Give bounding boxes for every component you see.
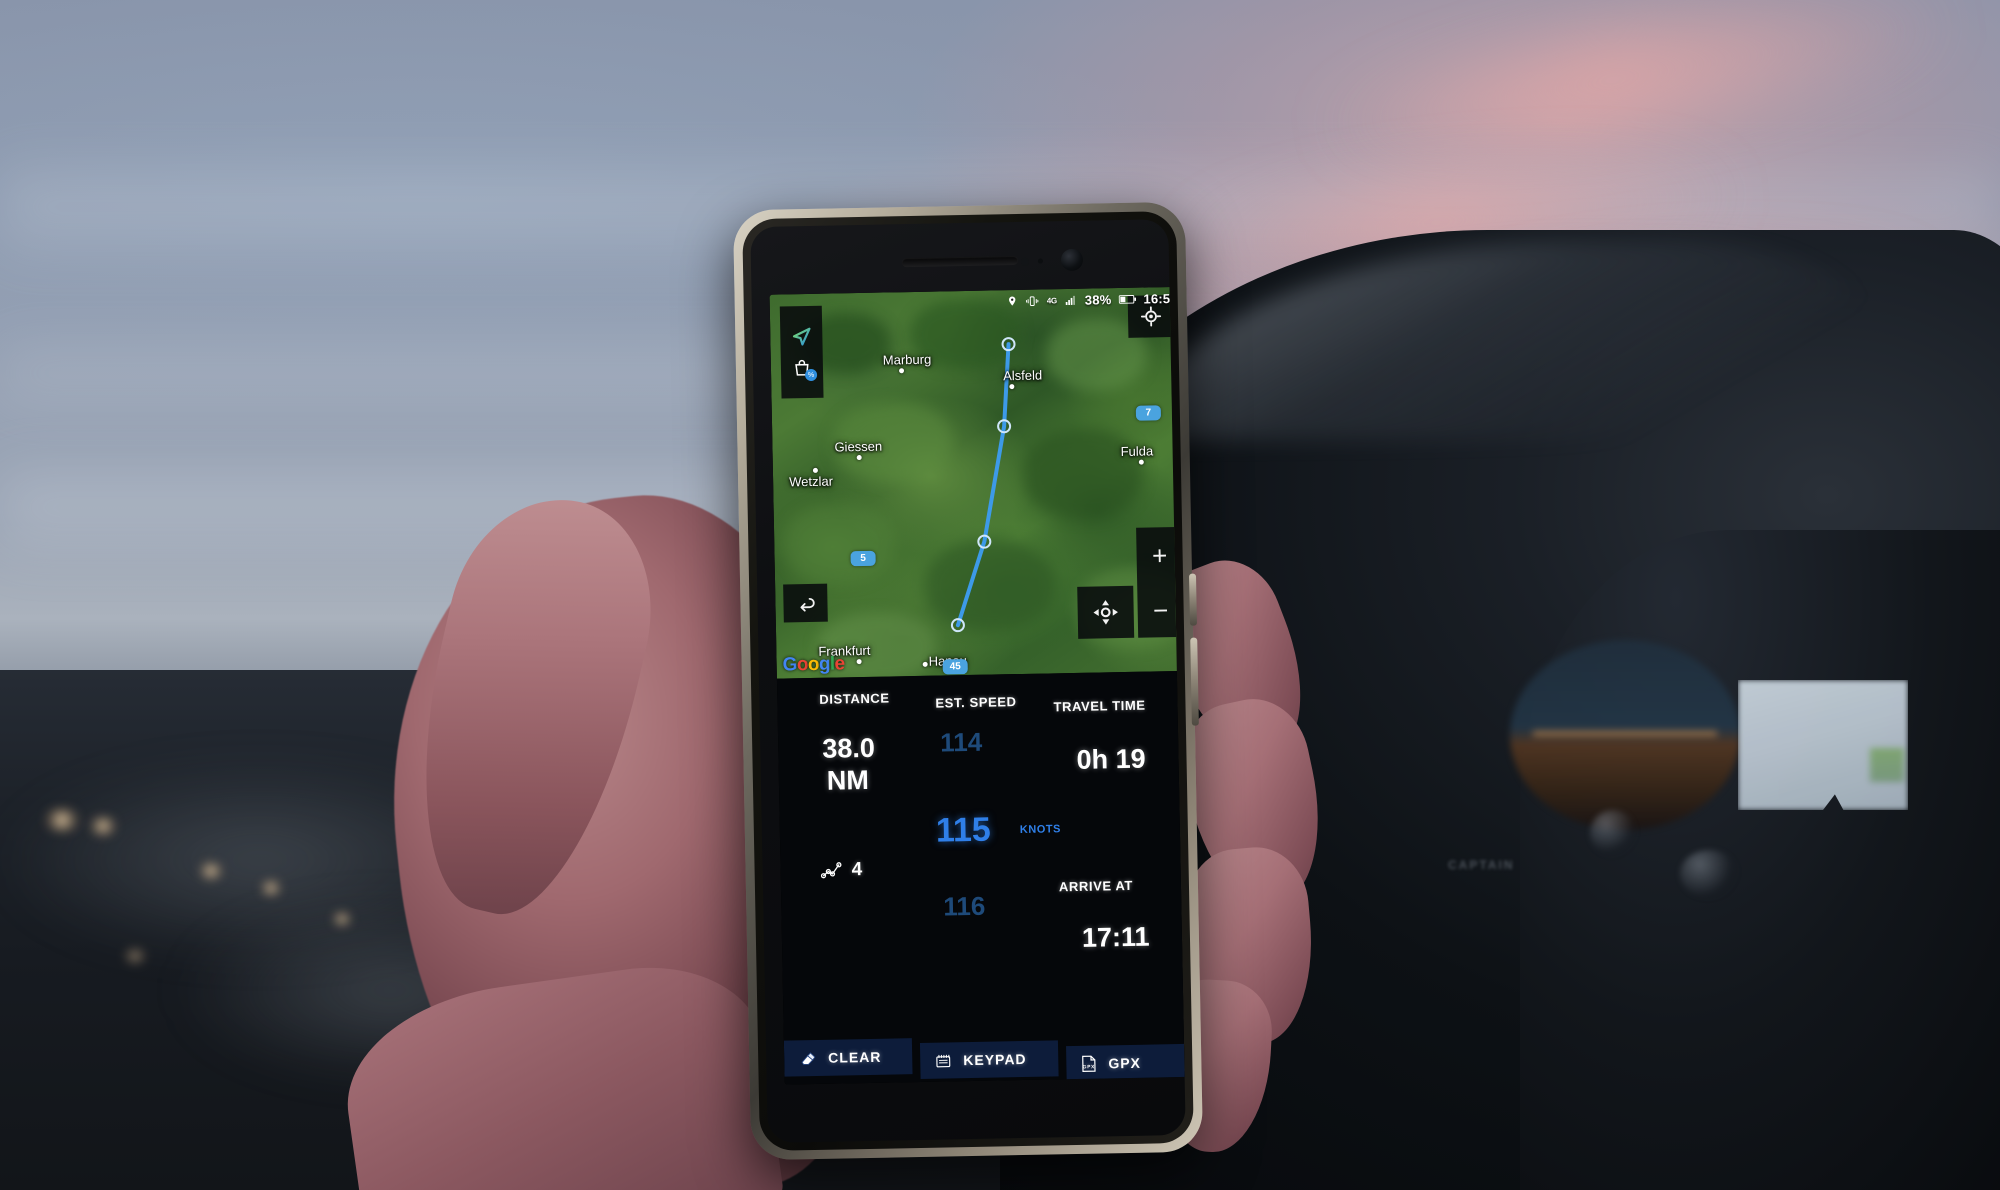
- city-dot: [812, 467, 818, 473]
- speed-next[interactable]: 116: [943, 891, 986, 923]
- google-letter: g: [818, 653, 831, 675]
- phone-glass: Marburg Alsfeld Giessen Fulda Wetzlar Fr…: [750, 219, 1186, 1143]
- attitude-indicator: [1510, 640, 1740, 830]
- gpx-file-icon: GPX: [1080, 1055, 1097, 1073]
- waypoint-count: 4: [851, 859, 863, 881]
- network-type-label: 4G: [1046, 295, 1057, 305]
- google-watermark: Google: [782, 653, 844, 676]
- undo-arrow-icon: [800, 597, 815, 612]
- keypad-icon: [934, 1052, 952, 1069]
- cockpit-cowl: [1520, 530, 2000, 1190]
- city-light: [86, 816, 120, 836]
- pan-control-button[interactable]: [1077, 585, 1135, 639]
- phone-screen[interactable]: Marburg Alsfeld Giessen Fulda Wetzlar Fr…: [769, 286, 1186, 1085]
- map-label-marburg: Marburg: [882, 351, 932, 368]
- flight-data-panel: DISTANCE EST. SPEED TRAVEL TIME 38.0 NM …: [776, 670, 1186, 1085]
- earpiece-speaker: [901, 255, 1019, 268]
- satellite-map[interactable]: Marburg Alsfeld Giessen Fulda Wetzlar Fr…: [769, 286, 1186, 679]
- clear-button-label: CLEAR: [828, 1048, 882, 1066]
- gpx-button[interactable]: GPX GPX: [1066, 1043, 1186, 1083]
- distance-value: 38.0: [821, 732, 876, 764]
- instrument-knob: [1680, 850, 1738, 898]
- clear-button[interactable]: CLEAR: [783, 1038, 913, 1077]
- city-dot: [1138, 459, 1144, 465]
- shopping-bag-icon[interactable]: %: [792, 358, 818, 382]
- city-light: [258, 880, 284, 896]
- navigation-arrow-icon[interactable]: [790, 326, 812, 348]
- highway-shield-5: 5: [850, 550, 876, 567]
- map-label-fulda: Fulda: [1120, 443, 1154, 460]
- waypoint-count-group: 4: [820, 859, 862, 882]
- city-light: [196, 862, 226, 880]
- status-bar: 4G 38% 16:51: [999, 287, 1186, 313]
- route-waypoints-icon: [820, 861, 842, 879]
- distance-header: DISTANCE: [819, 690, 890, 707]
- speed-header: EST. SPEED: [935, 694, 1017, 711]
- location-pin-icon: [1007, 294, 1018, 308]
- city-dot: [856, 455, 862, 461]
- instrument-display: [1738, 680, 1908, 810]
- volume-button[interactable]: [1188, 573, 1197, 626]
- eraser-icon: [798, 1049, 817, 1066]
- city-light: [120, 948, 150, 964]
- speed-current[interactable]: 115: [936, 811, 992, 851]
- vibrate-icon: [1025, 294, 1040, 307]
- map-label-giessen: Giessen: [834, 438, 883, 455]
- google-letter: G: [782, 654, 798, 676]
- highway-shield-45: 45: [942, 659, 968, 675]
- instrument-knob: [1590, 810, 1636, 856]
- city-light: [40, 808, 84, 832]
- google-letter: e: [834, 653, 845, 675]
- arrive-at-value: 17:11: [1081, 921, 1150, 953]
- travel-time-header: TRAVEL TIME: [1053, 697, 1146, 715]
- keypad-button-label: KEYPAD: [963, 1050, 1027, 1069]
- city-dot: [1009, 384, 1015, 390]
- panel-text: CAPTAIN: [1448, 858, 1515, 872]
- city-dot: [898, 368, 905, 374]
- smartphone: Marburg Alsfeld Giessen Fulda Wetzlar Fr…: [732, 201, 1204, 1161]
- action-button-row: CLEAR KEYPAD GPX GPX: [783, 1033, 1186, 1085]
- keypad-button[interactable]: KEYPAD: [919, 1040, 1059, 1079]
- undo-button[interactable]: [783, 583, 828, 623]
- travel-time-value: 0h 19: [1076, 743, 1146, 775]
- google-letter: o: [796, 654, 809, 676]
- distance-unit: NM: [826, 764, 870, 796]
- scene: CAPTAIN Marburg Alsfeld Giessen Fulda We…: [0, 0, 2000, 1190]
- city-dot: [922, 661, 928, 667]
- proximity-sensor-icon: [1020, 257, 1030, 266]
- map-label-alsfeld: Alsfeld: [1003, 367, 1043, 384]
- highway-shield-7: 7: [1135, 405, 1162, 421]
- zoom-in-button[interactable]: +: [1152, 540, 1168, 570]
- svg-text:GPX: GPX: [1083, 1064, 1096, 1070]
- shopping-bag-badge: %: [804, 368, 818, 382]
- signal-bars-icon: [1064, 294, 1078, 306]
- zoom-out-button[interactable]: −: [1153, 595, 1169, 625]
- map-toolbar-left: %: [779, 305, 824, 399]
- battery-percent-label: 38%: [1084, 291, 1112, 308]
- google-letter: o: [807, 653, 820, 676]
- speed-unit: KNOTS: [1019, 823, 1061, 837]
- front-camera-icon: [1060, 248, 1084, 272]
- pan-control-icon: [1093, 600, 1118, 625]
- speed-previous[interactable]: 114: [940, 727, 983, 759]
- city-dot: [856, 659, 862, 665]
- arrive-at-header: ARRIVE AT: [1058, 877, 1134, 895]
- map-label-wetzlar: Wetzlar: [789, 473, 834, 490]
- battery-icon: [1118, 293, 1136, 304]
- gpx-button-label: GPX: [1108, 1054, 1142, 1072]
- city-light: [330, 912, 354, 926]
- light-sensor-icon: [1037, 258, 1043, 264]
